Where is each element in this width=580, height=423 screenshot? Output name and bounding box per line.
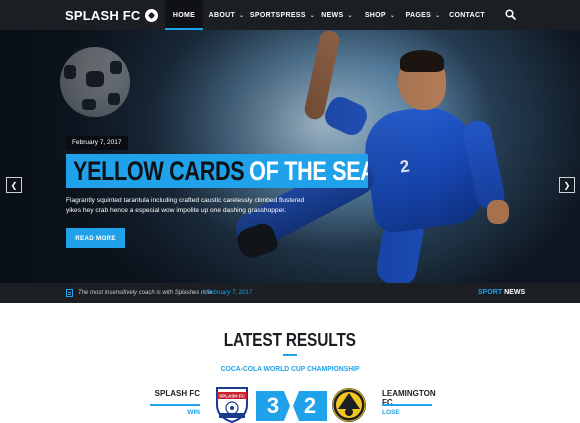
chevron-down-icon: ⌄ [239, 12, 245, 19]
menu-item-label: HOME [172, 11, 196, 19]
menu-item-news[interactable]: NEWS ⌄ [315, 0, 359, 30]
hero-title[interactable]: YELLOW CARDS OF THE SEASON [66, 154, 368, 188]
ticker-date: / February 7, 2017 [203, 290, 253, 296]
menu-item-label: SHOP [364, 11, 386, 19]
menu-item-label: PAGES [405, 11, 432, 19]
hero-date: February 7, 2017 [66, 136, 128, 150]
menu-item-label: SPORTSPRESS [249, 11, 306, 19]
hero-title-part1: YELLOW CARDS [73, 155, 245, 186]
section-title-text: LATEST RESULTS [223, 330, 357, 350]
chevron-down-icon: ⌄ [389, 12, 396, 19]
document-icon [66, 289, 73, 297]
ticker-label: SPORT NEWS [478, 283, 525, 303]
competition-label: COCA-COLA WORLD CUP CHAMPIONSHIP [220, 364, 360, 373]
home-team-name[interactable]: SPLASH FC [150, 389, 200, 398]
away-team-divider [382, 404, 432, 406]
slider-next-button[interactable]: ❯ [559, 177, 575, 193]
competition-name: COCA-COLA WORLD CUP CHAMPIONSHIP [0, 364, 580, 373]
menu-item-home[interactable]: HOME [165, 0, 203, 30]
top-navbar: SPLASH FC HOME ABOUT ⌄ SPORTSPRESS ⌄ NEW… [0, 0, 580, 30]
menu-item-pages[interactable]: PAGES ⌄ [401, 0, 445, 30]
news-ticker: The most insensitively coach is with Spl… [0, 283, 580, 303]
ticker-headline[interactable]: The most insensitively coach is with Spl… [78, 283, 212, 303]
slider-prev-button[interactable]: ❮ [6, 177, 22, 193]
menu-item-shop[interactable]: SHOP ⌄ [359, 0, 401, 30]
menu-item-contact[interactable]: CONTACT [445, 0, 489, 30]
home-score: 3 [256, 391, 290, 421]
away-team-crest[interactable] [329, 385, 369, 423]
away-score: 2 [293, 391, 327, 421]
hero-description: Flagrantly squinted tarantula including … [66, 197, 305, 214]
chevron-left-icon: ❮ [10, 180, 18, 190]
menu-item-about[interactable]: ABOUT ⌄ [203, 0, 250, 30]
search-icon[interactable] [505, 9, 516, 20]
title-underline [283, 354, 297, 356]
section-title: LATEST RESULTS [0, 330, 580, 351]
site-logo[interactable]: SPLASH FC [65, 8, 165, 23]
menu-item-sportspress[interactable]: SPORTSPRESS ⌄ [250, 0, 315, 30]
menu-item-label: ABOUT [208, 11, 236, 19]
hero-slider: 2 February 7, 2017 YELLOW CARDS OF THE S… [0, 30, 580, 283]
svg-text:SPLASH FC: SPLASH FC [219, 394, 245, 399]
chevron-down-icon: ⌄ [435, 12, 441, 19]
home-team-result: WIN [187, 409, 200, 416]
home-team-divider [150, 404, 200, 406]
hero-title-part2: OF THE SEASON [249, 155, 368, 186]
menu-item-label: NEWS [321, 11, 344, 19]
away-team-result: LOSE [382, 409, 400, 416]
home-team-crest[interactable]: SPLASH FC [214, 385, 250, 423]
ticker-label-part2: NEWS [504, 289, 526, 296]
soccer-ball-icon [145, 8, 159, 22]
ticker-label-part1: SPORT [478, 289, 503, 296]
chevron-right-icon: ❯ [563, 180, 571, 190]
logo-text: SPLASH FC [65, 7, 141, 23]
read-more-button[interactable]: READ MORE [66, 228, 125, 248]
menu-item-label: CONTACT [449, 11, 485, 19]
main-menu: HOME ABOUT ⌄ SPORTSPRESS ⌄ NEWS ⌄ SHOP ⌄… [165, 0, 489, 30]
chevron-down-icon: ⌄ [347, 12, 353, 19]
